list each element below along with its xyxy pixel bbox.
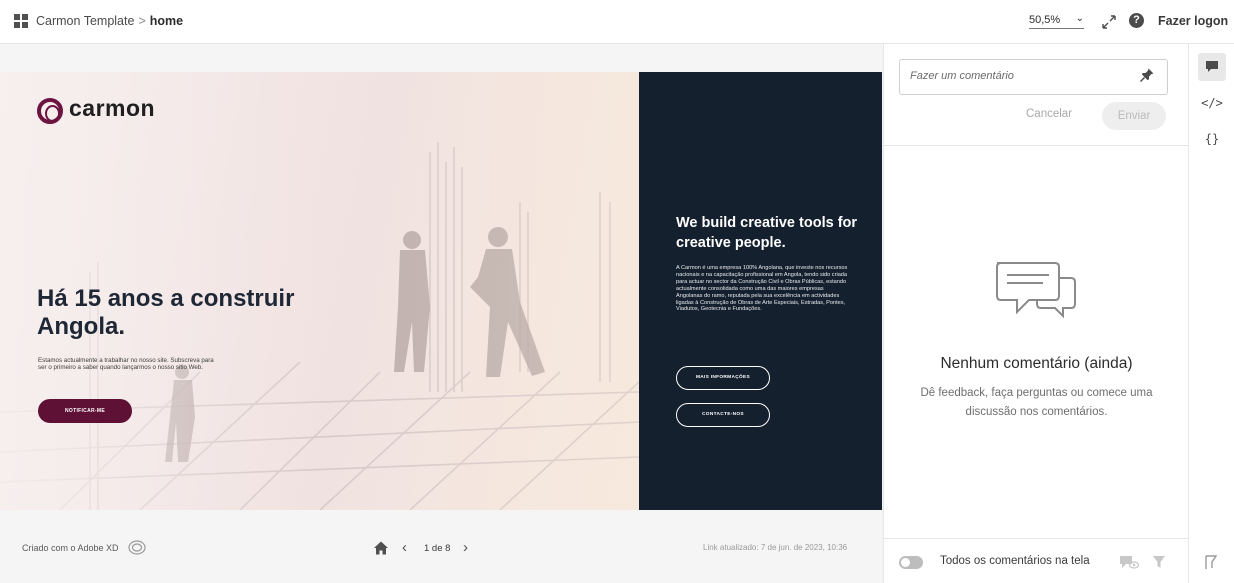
code-tab[interactable]: </> bbox=[1198, 89, 1226, 117]
zoom-value: 50,5% bbox=[1029, 14, 1061, 26]
json-tab[interactable]: {} bbox=[1198, 125, 1226, 153]
about-body: A Carmon é uma empresa 100% Angolana, qu… bbox=[676, 265, 848, 313]
empty-state-title: Nenhum comentário (ainda) bbox=[940, 355, 1133, 372]
login-link[interactable]: Fazer logon bbox=[1158, 14, 1228, 28]
breadcrumb-project[interactable]: Carmon Template bbox=[36, 14, 134, 28]
breadcrumb-separator: > bbox=[138, 14, 146, 28]
hide-comments-icon[interactable] bbox=[1119, 554, 1139, 570]
link-updated-text: Link atualizado: 7 de jun. de 2023, 10:3… bbox=[703, 543, 848, 552]
breadcrumb: Carmon Template > home bbox=[36, 14, 183, 28]
hero-section: carmon Há 15 anos a construir Angola. Es… bbox=[0, 72, 639, 510]
help-icon[interactable]: ? bbox=[1129, 13, 1144, 28]
right-rail: </> {} bbox=[1189, 44, 1234, 583]
empty-state-text: Dê feedback, faça perguntas ou comece um… bbox=[920, 387, 1153, 418]
hero-subtitle: Estamos actualmente a trabalhar no nosso… bbox=[38, 357, 214, 372]
canvas-footer: Criado com o Adobe XD ‹ 1 de 8 › Link at… bbox=[0, 510, 883, 583]
hero-title: Há 15 anos a construir Angola. bbox=[37, 285, 295, 340]
about-panel: We build creative tools for creative peo… bbox=[639, 72, 882, 510]
flag-icon[interactable] bbox=[1204, 554, 1218, 570]
cancel-button[interactable]: Cancelar bbox=[1026, 108, 1072, 120]
next-page-button[interactable]: › bbox=[463, 539, 468, 556]
send-button[interactable]: Enviar bbox=[1102, 102, 1166, 130]
cc-icon bbox=[128, 540, 146, 555]
contact-button[interactable]: CONTACTE-NOS bbox=[676, 403, 770, 427]
show-comments-toggle[interactable] bbox=[899, 556, 923, 569]
toggle-label: Todos os comentários na tela bbox=[940, 555, 1090, 567]
pin-icon[interactable] bbox=[1139, 67, 1155, 83]
logo-mark-icon bbox=[37, 98, 63, 124]
zoom-select[interactable]: 50,5% ⌄ bbox=[1029, 13, 1084, 29]
about-title: We build creative tools for creative peo… bbox=[676, 215, 858, 251]
adobe-xd-credit: Criado com o Adobe XD bbox=[22, 543, 119, 553]
comment-empty-icon bbox=[996, 262, 1076, 319]
filter-icon[interactable] bbox=[1152, 554, 1166, 570]
chevron-down-icon: ⌄ bbox=[1075, 13, 1084, 24]
top-bar: Carmon Template > home 50,5% ⌄ ? Fazer log… bbox=[0, 0, 1234, 44]
grid-icon[interactable] bbox=[14, 14, 29, 29]
more-info-button[interactable]: MAIS INFORMAÇÕES bbox=[676, 366, 770, 390]
page-indicator: 1 de 8 bbox=[424, 543, 451, 554]
prototype-canvas: carmon Há 15 anos a construir Angola. Es… bbox=[0, 44, 883, 583]
comments-tab[interactable] bbox=[1198, 53, 1226, 81]
comment-icon bbox=[1206, 61, 1218, 72]
divider bbox=[884, 145, 1189, 146]
home-icon[interactable] bbox=[373, 540, 389, 556]
artboard: carmon Há 15 anos a construir Angola. Es… bbox=[0, 72, 882, 510]
logo-text: carmon bbox=[69, 95, 156, 121]
breadcrumb-page: home bbox=[149, 14, 184, 28]
expand-icon[interactable] bbox=[1100, 13, 1118, 31]
prev-page-button[interactable]: ‹ bbox=[402, 539, 407, 556]
notify-button[interactable]: NOTIFICAR-ME bbox=[38, 399, 132, 423]
comment-input[interactable]: Fazer um comentário bbox=[899, 59, 1168, 95]
comments-panel: Fazer um comentário Cancelar Enviar Nenh… bbox=[883, 44, 1189, 583]
divider bbox=[884, 538, 1189, 539]
